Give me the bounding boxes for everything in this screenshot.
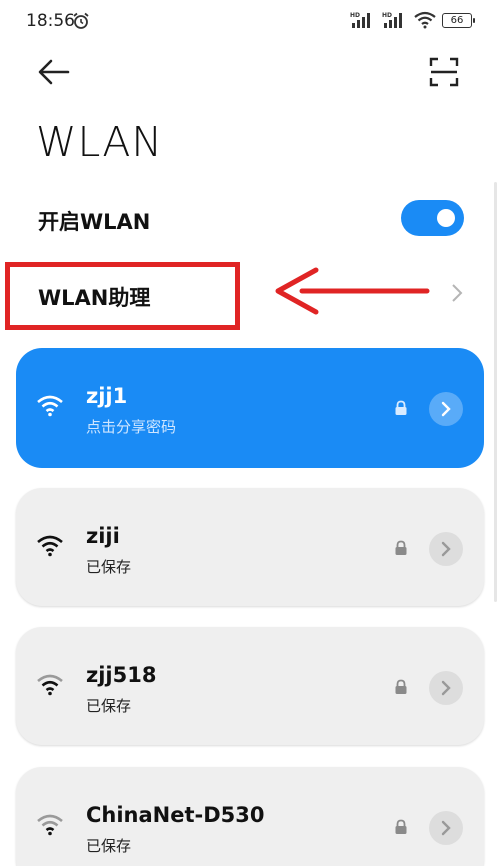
scan-icon[interactable] [428,56,460,88]
network-status: 点击分享密码 [86,418,177,436]
network-status: 已保存 [86,697,132,715]
wifi-signal-icon [37,535,63,557]
battery-icon: 66 [442,12,475,28]
network-item[interactable]: ziji 已保存 [16,488,484,606]
status-time: 18:56 [26,11,75,31]
chevron-right-icon [441,401,451,417]
network-name: ChinaNet-D530 [86,803,265,827]
network-detail-button[interactable] [429,392,463,426]
network-item[interactable]: zjj518 已保存 [16,627,484,745]
page-title: WLAN [36,118,164,166]
toggle-knob [437,209,455,227]
network-detail-button[interactable] [429,532,463,566]
wlan-toggle-switch[interactable] [401,200,464,236]
wlan-toggle-label: 开启WLAN [38,210,151,234]
status-icons: HD HD 66 [350,11,475,29]
wifi-status-icon [414,11,436,29]
network-name: ziji [86,524,120,548]
signal-icon: HD [382,12,402,28]
chevron-right-icon[interactable] [450,282,464,304]
back-arrow-icon[interactable] [37,58,71,86]
battery-level: 66 [450,14,464,26]
signal-icon: HD [350,12,370,28]
alarm-icon [73,12,89,29]
wlan-toggle-row[interactable]: 开启WLAN [38,200,468,240]
network-item[interactable]: ChinaNet-D530 已保存 [16,767,484,866]
network-detail-button[interactable] [429,671,463,705]
network-name: zjj1 [86,384,128,408]
network-status: 已保存 [86,837,132,855]
network-status: 已保存 [86,558,132,576]
lock-icon [395,819,407,834]
chevron-right-icon [441,820,451,836]
wifi-signal-icon [37,674,63,696]
lock-icon [395,679,407,694]
network-item-connected[interactable]: zjj1 点击分享密码 [16,348,484,468]
network-detail-button[interactable] [429,811,463,845]
network-name: zjj518 [86,663,157,687]
chevron-right-icon [441,680,451,696]
red-arrow-icon [275,267,430,315]
svg-text:HD: HD [350,12,360,19]
wifi-signal-icon [37,814,63,836]
lock-icon [395,540,407,555]
wifi-signal-icon [37,395,63,417]
svg-text:HD: HD [382,12,392,19]
status-bar: 18:56 HD HD 66 [0,0,500,42]
scrollbar[interactable] [494,182,497,602]
lock-icon [395,400,407,415]
wlan-assistant-label: WLAN助理 [38,286,151,310]
chevron-right-icon [441,541,451,557]
